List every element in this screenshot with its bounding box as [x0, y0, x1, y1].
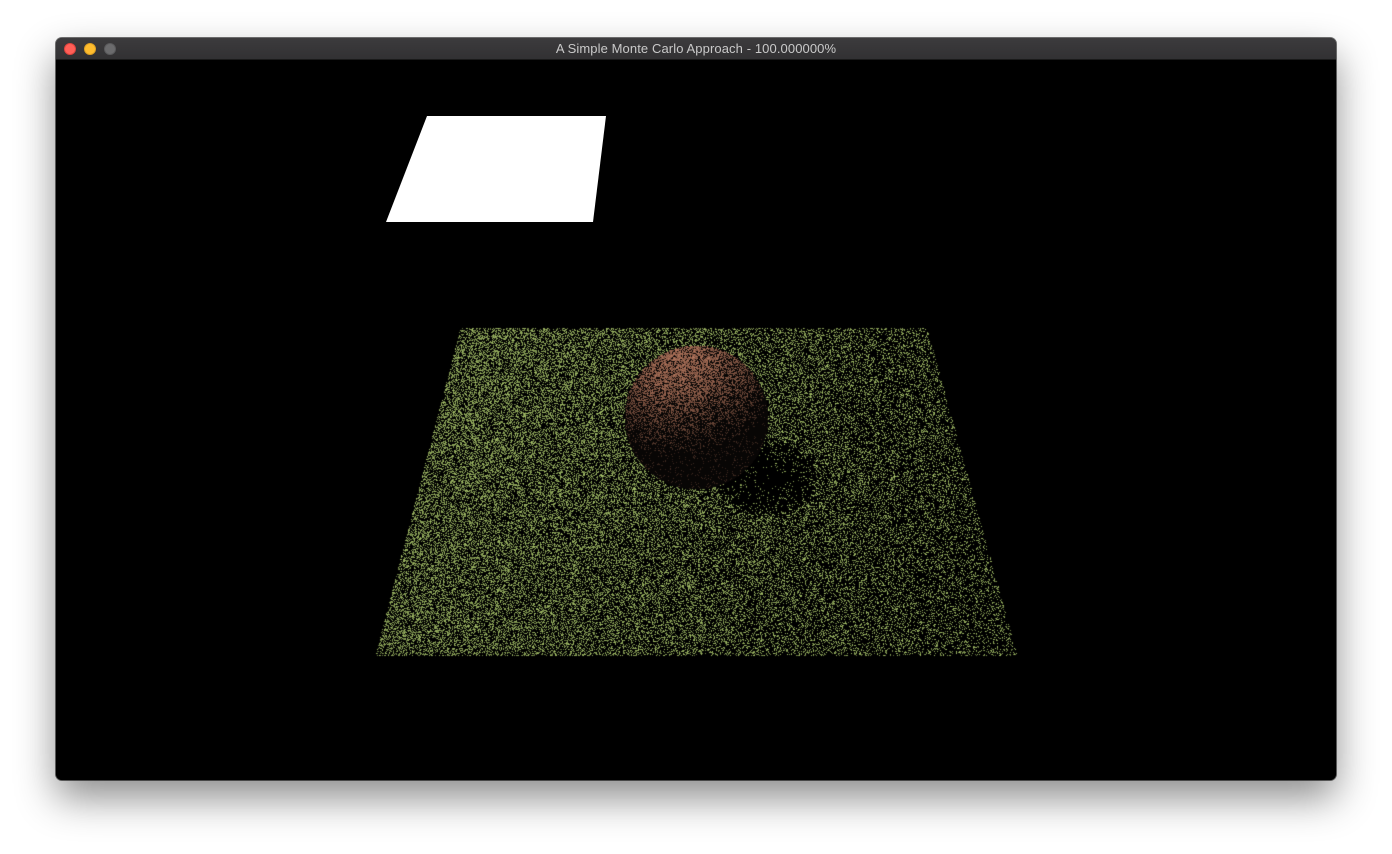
rendered-image	[56, 60, 1336, 780]
app-window: A Simple Monte Carlo Approach - 100.0000…	[56, 38, 1336, 780]
title-bar[interactable]: A Simple Monte Carlo Approach - 100.0000…	[56, 38, 1336, 60]
render-viewport	[56, 60, 1336, 780]
window-title: A Simple Monte Carlo Approach - 100.0000…	[555, 41, 837, 56]
